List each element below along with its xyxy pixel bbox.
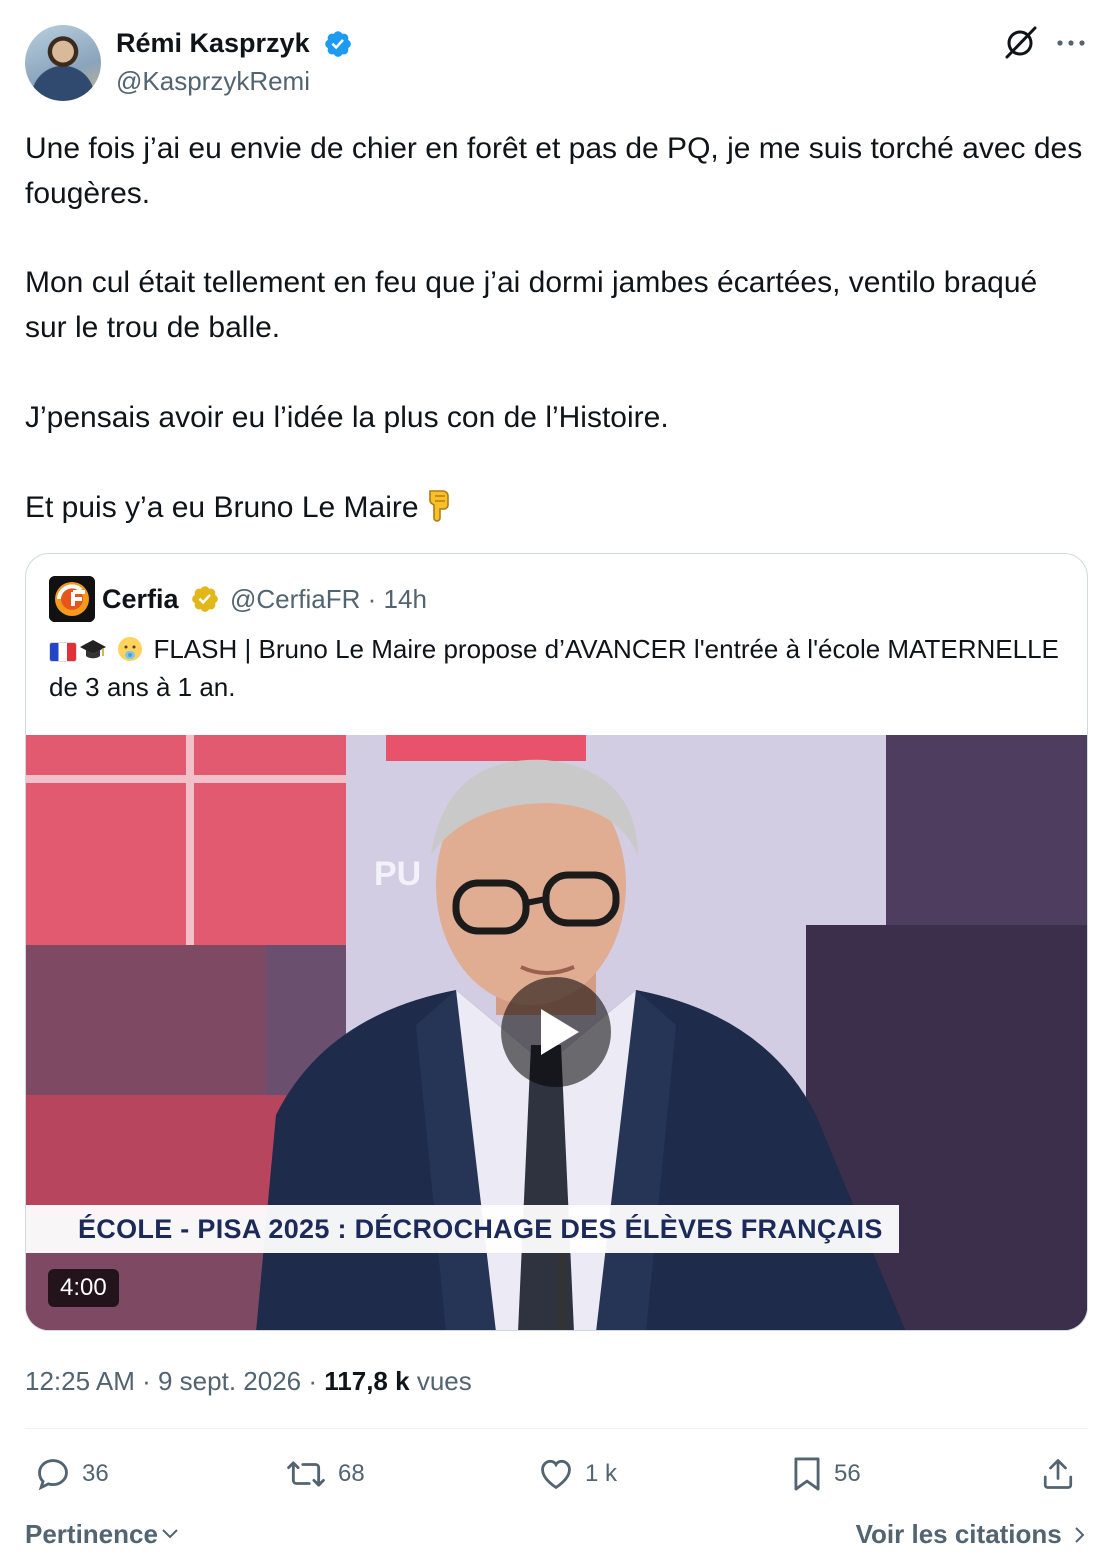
- views-count[interactable]: 117,8 k: [324, 1366, 409, 1396]
- sort-label: Pertinence: [25, 1519, 158, 1549]
- chevron-down-icon: [162, 1529, 178, 1539]
- verified-badge-icon: [325, 31, 351, 57]
- gold-verified-badge-icon: [192, 586, 218, 612]
- quoted-text: FLASH | Bruno Le Maire propose d’AVANCER…: [49, 630, 1069, 706]
- cerfia-logo[interactable]: [49, 576, 95, 622]
- tweet-time[interactable]: 12:25 AM: [25, 1366, 135, 1396]
- quoted-handle[interactable]: @CerfiaFR: [230, 584, 360, 614]
- tweet-paragraph-4-text: Et puis y’a eu Bruno Le Maire: [25, 491, 419, 524]
- meta-separator-2: ·: [308, 1366, 318, 1396]
- video-player[interactable]: PU ÉCOLE - PISA 2025: DÉCROCHAGE DES ÉL…: [26, 735, 1087, 1330]
- author-handle[interactable]: @KasprzykRemi: [116, 64, 310, 98]
- bookmark-icon: [794, 1457, 820, 1491]
- video-duration: 4:00: [48, 1269, 119, 1307]
- play-icon: [541, 1009, 579, 1055]
- backhand-index-pointing-down-icon: [428, 490, 449, 522]
- heart-icon: [541, 1459, 571, 1490]
- retweet-icon: [287, 1461, 325, 1487]
- reply-count: 36: [82, 1460, 109, 1487]
- tweet-meta: 12:25 AM · 9 sept. 2026 · 117,8 k vues: [25, 1363, 472, 1399]
- like-button[interactable]: 1 k: [537, 1454, 617, 1494]
- share-icon: [1043, 1459, 1073, 1489]
- tweet: Rémi Kasprzyk @KasprzykRemi Une fois j’a…: [0, 0, 1115, 1567]
- quoted-author-name[interactable]: Cerfia: [102, 581, 179, 617]
- retweet-count: 68: [338, 1460, 365, 1487]
- reply-icon: [38, 1459, 68, 1491]
- chevron-right-icon: [1075, 1527, 1085, 1543]
- france-flag-icon: [49, 642, 77, 662]
- quoted-tweet[interactable]: Cerfia @CerfiaFR · 14h FLASH | Bruno Le …: [25, 553, 1088, 1331]
- quoted-time[interactable]: · 14h: [368, 584, 427, 614]
- svg-text:PU: PU: [374, 855, 421, 893]
- video-banner: ÉCOLE - PISA 2025 : DÉCROCHAGE DES ÉLÈVE…: [26, 1205, 899, 1253]
- tweet-paragraph-4: Et puis y’a eu Bruno Le Maire: [25, 485, 1085, 530]
- divider: [25, 1428, 1088, 1429]
- views-label: vues: [416, 1366, 472, 1396]
- graduation-cap-icon: [80, 640, 106, 659]
- share-button[interactable]: [1040, 1454, 1086, 1494]
- tweet-paragraph-2: Mon cul était tellement en feu que j’ai …: [25, 266, 1038, 344]
- reply-button[interactable]: 36: [34, 1454, 109, 1494]
- author-name[interactable]: Rémi Kasprzyk: [116, 26, 310, 60]
- tweet-paragraph-3: J’pensais avoir eu l’idée la plus con de…: [25, 401, 669, 434]
- view-quotes-label: Voir les citations: [855, 1519, 1062, 1549]
- tweet-date[interactable]: 9 sept. 2026: [158, 1366, 301, 1396]
- video-banner-text: ÉCOLE - PISA 2025 : DÉCROCHAGE DES ÉLÈVE…: [78, 1214, 883, 1244]
- sort-dropdown[interactable]: Pertinence: [25, 1516, 180, 1552]
- quoted-author-handle[interactable]: @CerfiaFR · 14h: [230, 581, 427, 617]
- meta-separator-1: ·: [142, 1366, 151, 1396]
- grok-icon[interactable]: [1001, 24, 1039, 62]
- tweet-paragraph-1: Une fois j’ai eu envie de chier en forêt…: [25, 132, 1083, 210]
- bookmark-count: 56: [834, 1460, 861, 1487]
- quoted-text-body: FLASH | Bruno Le Maire propose d’AVANCER…: [49, 634, 1059, 702]
- retweet-button[interactable]: 68: [284, 1454, 365, 1494]
- author-avatar[interactable]: [25, 25, 101, 101]
- view-quotes-link[interactable]: Voir les citations: [856, 1516, 1087, 1552]
- play-button[interactable]: [501, 977, 611, 1087]
- more-options-icon[interactable]: [1054, 30, 1088, 56]
- bookmark-button[interactable]: 56: [790, 1454, 861, 1494]
- baby-icon: [118, 637, 143, 661]
- like-count: 1 k: [585, 1460, 618, 1487]
